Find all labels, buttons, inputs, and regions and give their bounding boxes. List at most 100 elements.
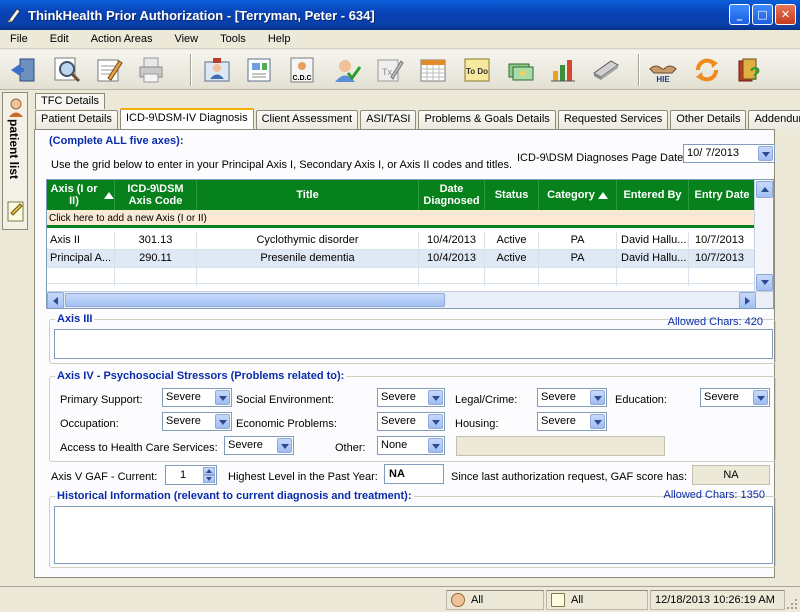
tab-tfc-details[interactable]: TFC Details: [35, 93, 106, 109]
stepper-down-button[interactable]: [203, 475, 215, 483]
tab-icd9-dsm-diagnosis[interactable]: ICD-9\DSM-IV Diagnosis: [119, 108, 254, 130]
todo-button[interactable]: To Do: [460, 53, 494, 87]
col-date-diagnosed[interactable]: Date Diagnosed: [419, 180, 485, 210]
scanner-button[interactable]: [589, 53, 623, 87]
patient-list-tab[interactable]: patient list: [2, 92, 28, 230]
housing-select[interactable]: Severe: [537, 412, 607, 431]
chevron-down-icon[interactable]: [590, 414, 605, 429]
chevron-down-icon[interactable]: [277, 438, 292, 453]
exit-button[interactable]: [6, 53, 40, 87]
close-button[interactable]: ✕: [775, 4, 796, 25]
col-code[interactable]: ICD-9\DSM Axis Code: [115, 180, 197, 210]
money-button[interactable]: [504, 53, 538, 87]
grid-vertical-scrollbar[interactable]: [754, 180, 773, 292]
highest-level-field[interactable]: NA: [384, 464, 444, 484]
gaf-current-label: Axis V GAF - Current:: [51, 471, 158, 483]
cell-status: Active: [485, 250, 539, 268]
tab-problems-goals-details[interactable]: Problems & Goals Details: [418, 110, 556, 129]
housing-value: Severe: [541, 415, 576, 427]
maximize-button[interactable]: □: [752, 4, 773, 25]
scroll-up-button[interactable]: [756, 181, 773, 198]
report-button[interactable]: [546, 53, 580, 87]
menu-view[interactable]: View: [174, 33, 198, 45]
chevron-down-icon[interactable]: [428, 438, 443, 453]
cell-entered-by: David Hallu...: [617, 250, 689, 268]
calendar-icon: [420, 59, 446, 82]
legal-crime-select[interactable]: Severe: [537, 388, 607, 407]
economic-problems-select[interactable]: Severe: [377, 412, 445, 431]
table-row[interactable]: Principal A... 290.11 Presenile dementia…: [47, 250, 755, 268]
page-date-picker[interactable]: 10/ 7/2013: [683, 144, 775, 163]
tab-requested-services[interactable]: Requested Services: [557, 110, 669, 129]
primary-support-select[interactable]: Severe: [162, 388, 232, 407]
scroll-down-button[interactable]: [756, 274, 773, 291]
social-environment-select[interactable]: Severe: [377, 388, 445, 407]
chevron-down-icon[interactable]: [758, 146, 773, 161]
access-health-care-select[interactable]: Severe: [224, 436, 294, 455]
education-select[interactable]: Severe: [700, 388, 770, 407]
refresh-button[interactable]: [690, 53, 724, 87]
col-axis[interactable]: Axis (I or II): [47, 180, 115, 210]
menu-file[interactable]: File: [10, 33, 28, 45]
col-title[interactable]: Title: [197, 180, 419, 210]
occupation-select[interactable]: Severe: [162, 412, 232, 431]
chevron-down-icon[interactable]: [428, 414, 443, 429]
col-category[interactable]: Category: [539, 180, 617, 210]
hie-button[interactable]: HIE: [646, 53, 680, 87]
other-value: None: [381, 439, 408, 451]
add-axis-row[interactable]: Click here to add a new Axis (I or II): [47, 210, 755, 228]
gaf-current-stepper[interactable]: 1: [165, 465, 217, 485]
scroll-left-button[interactable]: [47, 292, 64, 308]
diagnosis-grid[interactable]: Axis (I or II) ICD-9\DSM Axis Code Title…: [46, 179, 774, 309]
tx-button[interactable]: Tx: [372, 53, 406, 87]
chevron-down-icon[interactable]: [215, 414, 230, 429]
review-button[interactable]: [92, 53, 126, 87]
chevron-down-icon[interactable]: [428, 390, 443, 405]
scroll-thumb[interactable]: [65, 293, 445, 307]
print-button[interactable]: [134, 53, 168, 87]
table-row-empty[interactable]: [47, 268, 755, 286]
notes-filter-pane[interactable]: All: [546, 590, 648, 610]
col-entry-date[interactable]: Entry Date: [689, 180, 755, 210]
authorize-button[interactable]: [330, 53, 364, 87]
axis3-textarea[interactable]: [54, 329, 773, 359]
cdc-button[interactable]: C.D.C: [285, 53, 319, 87]
historical-textarea[interactable]: [54, 506, 773, 564]
col-entered-by[interactable]: Entered By: [617, 180, 689, 210]
svg-text:?: ?: [750, 64, 761, 84]
stepper-up-button[interactable]: [203, 467, 215, 475]
datetime-pane: 12/18/2013 10:26:19 AM: [650, 590, 785, 610]
chart-button[interactable]: [242, 53, 276, 87]
menu-help[interactable]: Help: [268, 33, 291, 45]
tab-patient-details[interactable]: Patient Details: [35, 110, 118, 129]
scroll-right-button[interactable]: [739, 292, 756, 308]
tab-client-assessment[interactable]: Client Assessment: [255, 110, 359, 129]
diagnosis-panel: (Complete ALL five axes): ICD-9\DSM Diag…: [34, 129, 776, 578]
menu-action-areas[interactable]: Action Areas: [91, 33, 153, 45]
chevron-down-icon[interactable]: [215, 390, 230, 405]
menu-tools[interactable]: Tools: [220, 33, 246, 45]
menu-edit[interactable]: Edit: [50, 33, 69, 45]
chevron-down-icon[interactable]: [753, 390, 768, 405]
tab-addendum[interactable]: Addendum: [748, 110, 800, 129]
resize-grip-icon[interactable]: [786, 598, 798, 610]
help-button[interactable]: ?: [732, 53, 766, 87]
consumer-filter-pane[interactable]: All: [446, 590, 544, 610]
refresh-icon: [696, 58, 718, 82]
calendar-button[interactable]: [416, 53, 450, 87]
chevron-down-icon[interactable]: [590, 390, 605, 405]
arrow-down-icon: [760, 280, 769, 285]
consumer-button[interactable]: [200, 53, 234, 87]
col-status[interactable]: Status: [485, 180, 539, 210]
arrow-down-icon: [206, 477, 212, 481]
grid-horizontal-scrollbar[interactable]: [47, 291, 773, 308]
minimize-button[interactable]: _: [729, 4, 750, 25]
axis3-title: Axis III: [55, 313, 95, 325]
tab-other-details[interactable]: Other Details: [670, 110, 747, 129]
search-button[interactable]: [50, 53, 84, 87]
status-datetime: 12/18/2013 10:26:19 AM: [655, 594, 775, 606]
other-select[interactable]: None: [377, 436, 445, 455]
table-row[interactable]: Axis II 301.13 Cyclothymic disorder 10/4…: [47, 232, 755, 250]
notes-icon[interactable]: [6, 199, 26, 223]
tab-asi-tasi[interactable]: ASI/TASI: [360, 110, 417, 129]
